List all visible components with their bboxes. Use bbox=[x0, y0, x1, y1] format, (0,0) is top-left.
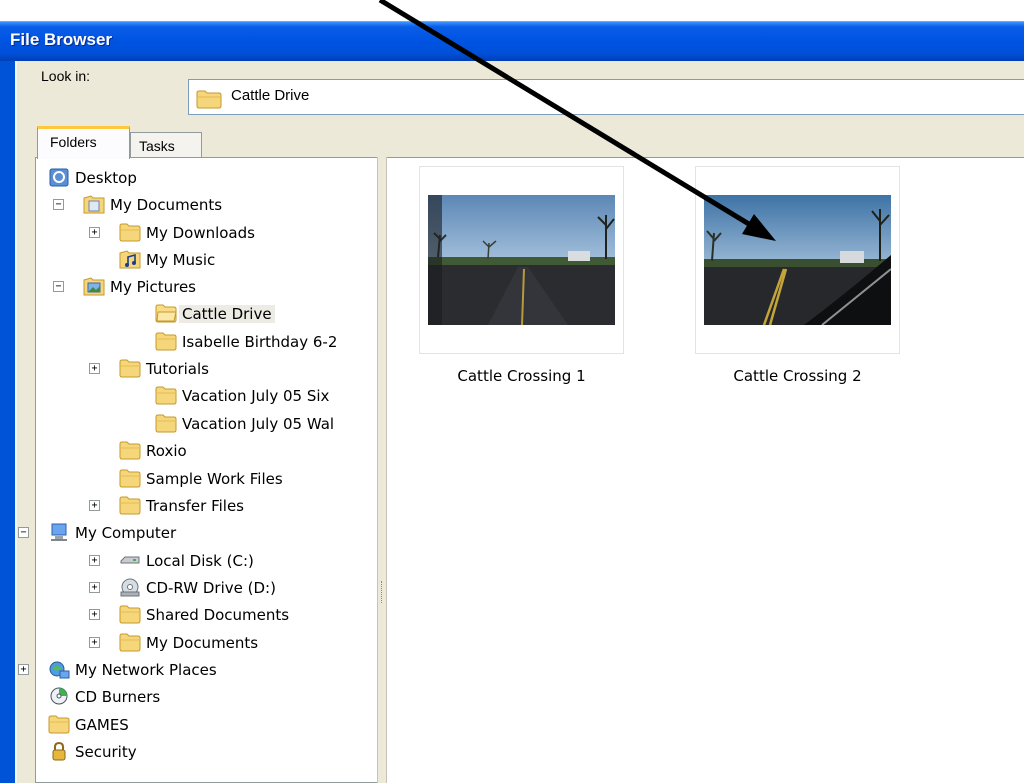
desktop-icon bbox=[49, 168, 69, 187]
expand-icon[interactable]: + bbox=[89, 609, 100, 620]
expand-icon[interactable]: + bbox=[89, 637, 100, 648]
folder-icon bbox=[155, 386, 177, 405]
tree-item-label: My Music bbox=[146, 251, 216, 269]
collapse-icon[interactable]: − bbox=[53, 199, 64, 210]
tree-item[interactable]: + Tutorials bbox=[36, 357, 376, 383]
pictures-folder-icon bbox=[83, 277, 105, 296]
tab-folders-label: Folders bbox=[50, 134, 97, 150]
tree-item[interactable]: CD Burners bbox=[36, 685, 376, 711]
tree-item-label: My Computer bbox=[75, 524, 177, 542]
tree-item[interactable]: + Transfer Files bbox=[36, 494, 376, 520]
expand-icon[interactable]: + bbox=[89, 363, 100, 374]
tree-item-label: My Network Places bbox=[75, 661, 217, 679]
tree-item-label: Shared Documents bbox=[146, 606, 290, 624]
tree-item[interactable]: + My Network Places bbox=[18, 658, 376, 684]
thumbnail-card[interactable] bbox=[695, 166, 900, 354]
tree-item-label: Isabelle Birthday 6-2 bbox=[182, 333, 338, 351]
title-bar[interactable]: File Browser bbox=[0, 21, 1024, 61]
tree-item[interactable]: Roxio bbox=[36, 439, 376, 465]
expand-icon[interactable]: + bbox=[89, 227, 100, 238]
cd-burner-icon bbox=[50, 687, 68, 705]
expand-icon[interactable]: + bbox=[89, 582, 100, 593]
tree-item-label: GAMES bbox=[75, 716, 129, 734]
folder-icon bbox=[196, 90, 222, 109]
photo-thumbnail[interactable] bbox=[704, 195, 891, 325]
tree-item[interactable]: − My Pictures bbox=[36, 275, 376, 301]
tree-item[interactable]: + My Downloads bbox=[36, 221, 376, 247]
look-in-dropdown[interactable]: Cattle Drive bbox=[188, 79, 1024, 115]
tree-item[interactable]: + My Documents bbox=[36, 631, 376, 657]
expand-icon[interactable]: + bbox=[89, 555, 100, 566]
tree-item-label: Desktop bbox=[75, 169, 137, 187]
tree-item-label: Roxio bbox=[146, 442, 187, 460]
tree-item-label: Vacation July 05 Six bbox=[182, 387, 330, 405]
folder-icon bbox=[119, 469, 141, 488]
look-in-value: Cattle Drive bbox=[231, 87, 310, 104]
tree-item-label: Tutorials bbox=[146, 360, 209, 378]
folder-icon bbox=[48, 715, 70, 734]
tree-item-label: Vacation July 05 Wal bbox=[182, 415, 335, 433]
folder-open-icon bbox=[155, 304, 177, 323]
lock-icon bbox=[52, 741, 66, 761]
thumbnail-view[interactable]: Cattle Crossing 1 Cattle Crossing 2 bbox=[387, 157, 1024, 783]
tree-item[interactable]: + Local Disk (C:) bbox=[36, 549, 376, 575]
tree-item-label: Security bbox=[75, 743, 137, 761]
folder-icon bbox=[119, 496, 141, 515]
folder-icon bbox=[119, 633, 141, 652]
tree-item[interactable]: Vacation July 05 Six bbox=[36, 384, 376, 410]
folder-tree[interactable]: Desktop − My Documents + My Downloads My Musi… bbox=[18, 157, 377, 783]
folder-icon bbox=[119, 441, 141, 460]
tab-tasks-label: Tasks bbox=[139, 138, 175, 154]
network-icon bbox=[49, 661, 70, 679]
collapse-icon[interactable]: − bbox=[18, 527, 29, 538]
folder-icon bbox=[155, 414, 177, 433]
window-frame-left bbox=[0, 61, 15, 783]
tree-item[interactable]: Cattle Drive bbox=[36, 302, 376, 328]
tree-item-label: CD-RW Drive (D:) bbox=[146, 579, 276, 597]
tree-item[interactable]: + Shared Documents bbox=[36, 603, 376, 629]
tree-item-label: My Downloads bbox=[146, 224, 255, 242]
music-folder-icon bbox=[119, 250, 141, 269]
tab-tasks[interactable]: Tasks bbox=[130, 132, 202, 159]
tree-item-label: CD Burners bbox=[75, 688, 161, 706]
folder-icon bbox=[155, 332, 177, 351]
photo-thumbnail[interactable] bbox=[428, 195, 615, 325]
tree-item[interactable]: GAMES bbox=[36, 713, 376, 739]
tree-item[interactable]: Desktop bbox=[36, 166, 376, 192]
folder-icon bbox=[119, 223, 141, 242]
expand-icon[interactable]: + bbox=[18, 664, 29, 675]
tree-item-label: My Documents bbox=[146, 634, 259, 652]
tree-item[interactable]: My Music bbox=[36, 248, 376, 274]
tree-item[interactable]: − My Computer bbox=[18, 521, 376, 547]
cd-drive-icon bbox=[120, 578, 140, 597]
tree-item-label: Transfer Files bbox=[146, 497, 244, 515]
window-frame-edge bbox=[15, 61, 17, 783]
collapse-icon[interactable]: − bbox=[53, 281, 64, 292]
window-title: File Browser bbox=[10, 30, 113, 49]
tree-item-label: My Documents bbox=[110, 196, 223, 214]
tree-item-label: Sample Work Files bbox=[146, 470, 283, 488]
tree-item[interactable]: Sample Work Files bbox=[36, 467, 376, 493]
pane-splitter[interactable] bbox=[377, 157, 387, 783]
tree-item-label: Cattle Drive bbox=[179, 305, 275, 323]
hard-disk-icon bbox=[120, 556, 140, 564]
thumbnail-caption[interactable]: Cattle Crossing 1 bbox=[419, 367, 624, 385]
computer-icon bbox=[51, 523, 67, 541]
tree-item[interactable]: Isabelle Birthday 6-2 bbox=[36, 330, 376, 356]
look-in-label: Look in: bbox=[41, 68, 91, 84]
folder-icon bbox=[119, 605, 141, 624]
tree-item-label: Local Disk (C:) bbox=[146, 552, 254, 570]
thumbnail-card[interactable] bbox=[419, 166, 624, 354]
tab-folders[interactable]: Folders bbox=[37, 126, 130, 159]
folder-icon bbox=[119, 359, 141, 378]
expand-icon[interactable]: + bbox=[89, 500, 100, 511]
my-documents-icon bbox=[83, 195, 105, 214]
tree-item[interactable]: − My Documents bbox=[36, 193, 376, 219]
tree-item-label: My Pictures bbox=[110, 278, 196, 296]
tree-item[interactable]: + CD-RW Drive (D:) bbox=[36, 576, 376, 602]
splitter-grip[interactable] bbox=[381, 581, 383, 603]
tree-item[interactable]: Security bbox=[36, 740, 376, 766]
tree-item[interactable]: Vacation July 05 Wal bbox=[36, 412, 376, 438]
thumbnail-caption[interactable]: Cattle Crossing 2 bbox=[695, 367, 900, 385]
